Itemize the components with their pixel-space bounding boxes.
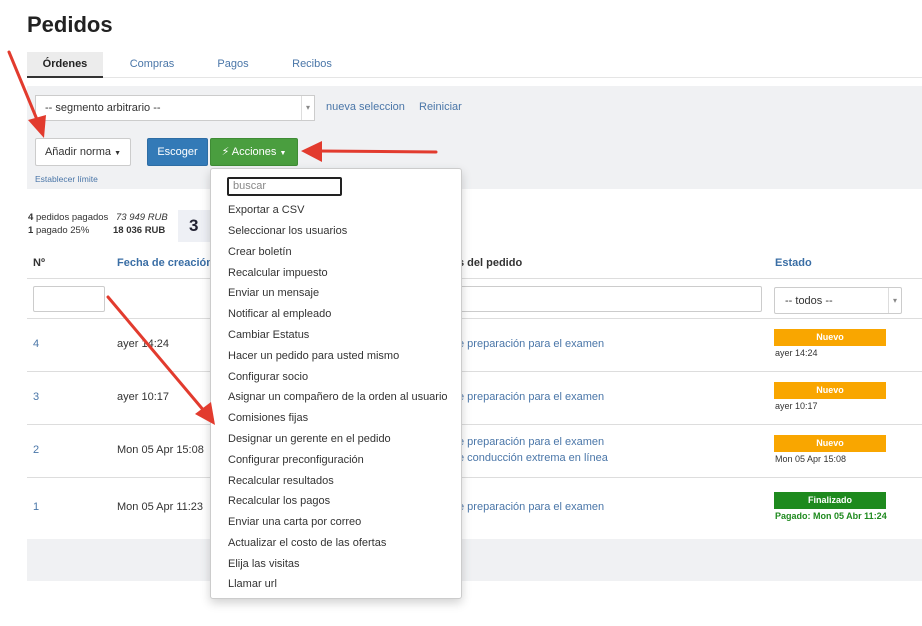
arrow-to-assign-manager (106, 295, 207, 414)
arrow-to-add-rule (7, 50, 40, 124)
arrow-to-actions (316, 149, 438, 154)
arrow-head (28, 115, 46, 138)
arrow-head (301, 141, 322, 162)
annotation-arrows (7, 50, 438, 425)
